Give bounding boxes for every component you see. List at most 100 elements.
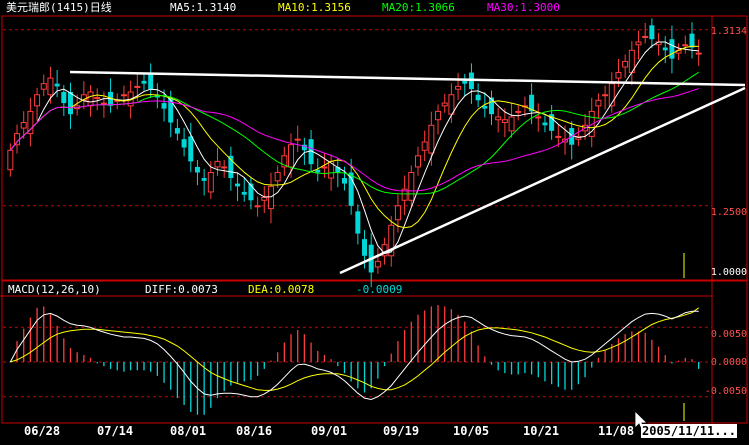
price-axis-label-top: 1.3134 (710, 26, 747, 37)
candle-up (595, 99, 602, 107)
macd-label: MACD(12,26,10) (8, 283, 101, 296)
candle-up (261, 196, 268, 201)
candle-up (555, 135, 562, 138)
candle-up (501, 119, 508, 124)
dea-readout: DEA:0.0078 (248, 283, 315, 296)
candle-up (207, 171, 214, 193)
dea-line (10, 307, 699, 391)
x-label-0628: 06/28 (24, 424, 61, 438)
candle-up (321, 166, 328, 169)
candle-up (221, 166, 228, 169)
candle-down (148, 72, 154, 90)
candle-up (20, 122, 27, 129)
candle-down (248, 183, 254, 201)
candle-down (669, 39, 675, 59)
candle-up (414, 155, 421, 168)
candle-up (448, 94, 455, 115)
diff-line (9, 310, 699, 401)
candle-up (47, 77, 54, 96)
candle-up (100, 102, 107, 105)
candle-up (274, 171, 281, 182)
candle-down (649, 25, 655, 40)
chart-title: 美元瑞郎(1415)日线 (6, 1, 112, 14)
candle-down (188, 136, 194, 162)
candle-down (67, 91, 73, 115)
candle-down (488, 97, 494, 115)
candle-up (214, 160, 221, 168)
x-label-1005: 10/05 (453, 424, 490, 438)
candle-up (374, 260, 381, 268)
candle-up (682, 44, 689, 47)
candle-up (642, 35, 649, 38)
x-label-1108: 11/08 (598, 424, 635, 438)
diff-readout: DIFF:0.0073 (145, 283, 218, 296)
candle-down (161, 103, 167, 109)
candle-down (241, 191, 247, 195)
candle-up (421, 141, 428, 151)
candle-up (515, 110, 522, 113)
price-axis-label-mid: 1.2500 (710, 207, 747, 218)
x-label-1021: 10/21 (523, 424, 560, 438)
x-label-0714: 07/14 (97, 424, 134, 438)
candle-up (495, 116, 502, 121)
candle-up (34, 94, 41, 107)
ma10-readout: MA10:1.3156 (278, 1, 351, 14)
candle-down (542, 122, 548, 126)
candle-down (168, 97, 174, 123)
candle-up (120, 94, 127, 97)
x-label-0816: 08/16 (236, 424, 273, 438)
candle-up (435, 110, 442, 121)
ma30-readout: MA30:1.3000 (487, 1, 560, 14)
candle-down (662, 47, 668, 51)
candle-up (267, 185, 274, 210)
candle-up (622, 60, 629, 68)
candle-up (288, 144, 295, 168)
candle-down (181, 139, 187, 148)
candle-up (441, 102, 448, 107)
macd-axis-label-neg0050: -0.0050 (704, 386, 747, 397)
rising-trendline (339, 86, 746, 275)
macd-readout: -0.0009 (356, 283, 403, 296)
x-label-0919: 09/19 (383, 424, 420, 438)
candle-up (428, 124, 435, 154)
ma20-readout: MA20:1.3066 (382, 1, 455, 14)
candle-down (61, 91, 67, 104)
candle-up (14, 133, 21, 146)
price-axis-label-bottom: 1.0000 (710, 267, 747, 278)
candle-up (508, 116, 515, 132)
macd-panel-frame (1, 280, 748, 424)
candle-down (141, 80, 147, 84)
candle-down (341, 178, 347, 184)
upper-trendline (69, 70, 746, 87)
price-panel-frame (1, 15, 748, 281)
candle-up (134, 85, 141, 88)
candle-up (535, 116, 542, 119)
candle-up (408, 171, 415, 201)
candle-up (695, 52, 702, 55)
candle-up (615, 72, 622, 79)
forex-chart-window: 美元瑞郎(1415)日线 MA5:1.3140 MA10:1.3156 MA20… (0, 0, 749, 445)
candle-down (689, 33, 695, 48)
x-label-0901: 09/01 (311, 424, 348, 438)
candle-up (455, 85, 462, 90)
candle-up (87, 91, 94, 107)
candle-up (7, 149, 14, 171)
ma5-readout: MA5:1.3140 (170, 1, 237, 14)
ma20-line (9, 71, 699, 195)
candle-up (40, 83, 47, 90)
x-label-0801: 08/01 (170, 424, 207, 438)
candle-up (294, 138, 301, 141)
candle-up (602, 94, 609, 97)
macd-axis-label-0000: 0.0000 (710, 357, 747, 368)
candle-down (54, 83, 60, 87)
x-label-cursor-date: 2005/11/11... (641, 424, 737, 438)
chart-canvas[interactable] (0, 0, 749, 445)
candle-up (394, 205, 401, 221)
candle-down (194, 166, 200, 173)
candle-up (27, 110, 34, 135)
candle-up (635, 41, 642, 46)
candle-down (462, 80, 468, 84)
candle-down (355, 211, 361, 234)
macd-axis-label-0050: 0.0050 (710, 329, 747, 340)
candle-down (235, 183, 241, 187)
